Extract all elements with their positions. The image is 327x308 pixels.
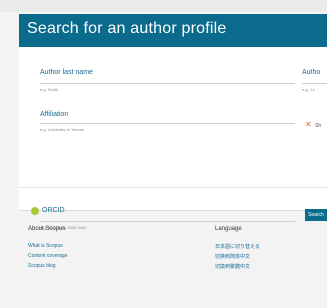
last-name-input[interactable] [40, 83, 295, 84]
language-link-simplified-chinese[interactable]: 切换到简体中文 [215, 253, 250, 260]
affiliation-input[interactable] [40, 123, 295, 124]
page-title: Search for an author profile [27, 20, 227, 37]
close-icon[interactable]: ✕ [305, 121, 312, 129]
orcid-input[interactable] [40, 221, 295, 222]
orcid-icon [31, 207, 39, 215]
top-bar [0, 0, 327, 12]
affiliation-label: Affiliation [40, 111, 69, 118]
search-form-panel: Author last name e.g. Smith Autho e.g. J… [19, 47, 327, 230]
show-option-label: Sh [315, 123, 322, 129]
language-link-traditional-chinese[interactable]: 切換到繁體中文 [215, 263, 250, 270]
first-name-label: Autho [302, 69, 321, 76]
first-name-placeholder: e.g. J.L. [302, 87, 317, 92]
first-name-input[interactable] [302, 83, 327, 84]
about-heading: About Scopus [28, 226, 66, 232]
form-divider [19, 187, 327, 188]
language-link-japanese[interactable]: 日本語に切り替える [215, 243, 260, 250]
last-name-placeholder: e.g. Smith [40, 87, 59, 92]
last-name-label: Author last name [40, 69, 93, 76]
affiliation-placeholder: e.g. University of Toronto [40, 127, 85, 132]
footer-link-what-is-scopus[interactable]: What is Scopus [28, 243, 63, 249]
search-button[interactable]: Search [305, 209, 327, 221]
footer-link-scopus-blog[interactable]: Scopus blog [28, 263, 56, 269]
language-heading: Language [215, 226, 242, 232]
footer-link-content-coverage[interactable]: Content coverage [28, 253, 67, 259]
orcid-label: ORCID [42, 207, 65, 214]
page-header: Search for an author profile [19, 14, 327, 47]
